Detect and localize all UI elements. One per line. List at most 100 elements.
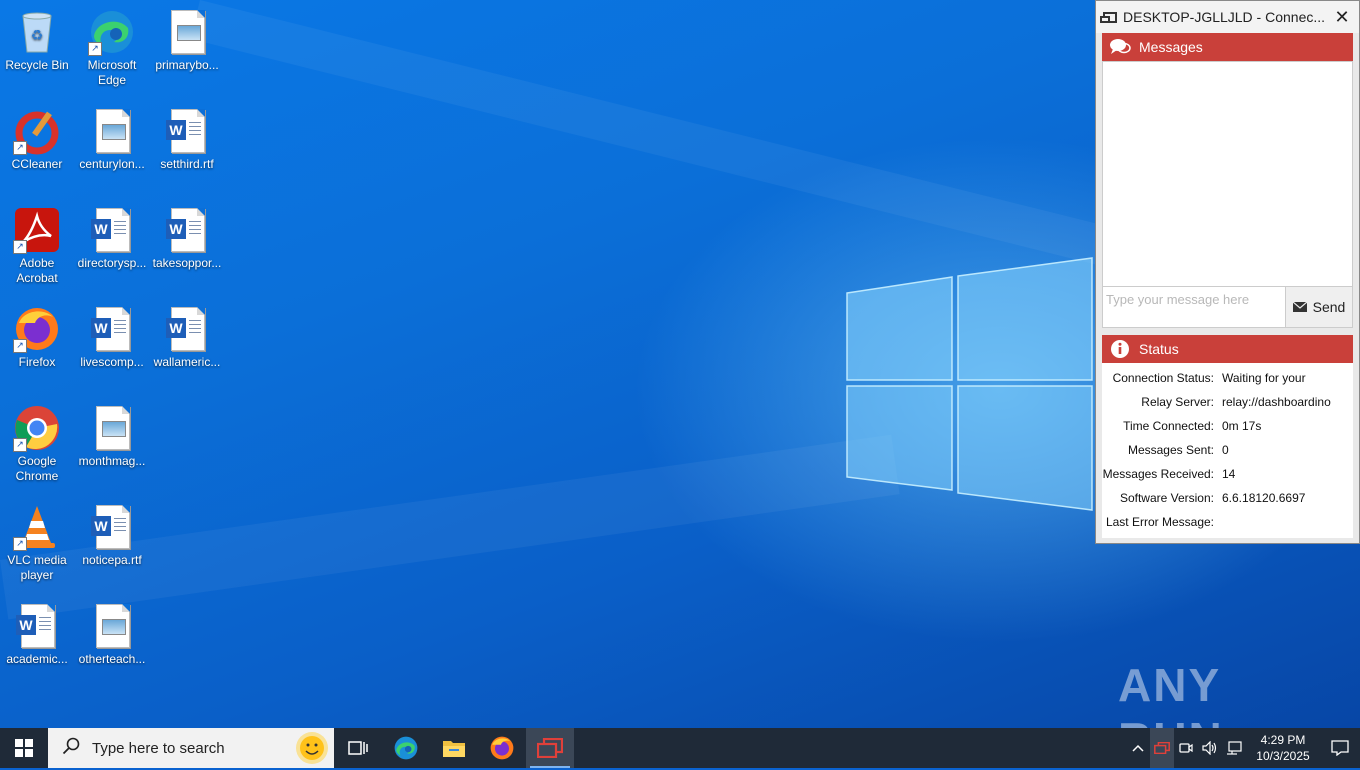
status-key: Relay Server:: [1141, 395, 1214, 409]
shortcut-arrow-icon: ↗: [13, 537, 27, 551]
file-explorer-icon: [443, 741, 465, 757]
status-header-label: Status: [1139, 341, 1179, 357]
status-key: Connection Status:: [1112, 371, 1214, 385]
desktop-icon-label: VLC media player: [7, 553, 67, 582]
desktop-icon-primarybo[interactable]: primarybo...: [150, 4, 224, 73]
send-button[interactable]: Send: [1285, 287, 1352, 327]
camera-icon[interactable]: [1174, 728, 1198, 768]
firefox-icon: ↗: [13, 305, 61, 353]
shortcut-arrow-icon: ↗: [13, 438, 27, 452]
chrome-icon: ↗: [13, 404, 61, 452]
desktop-icon-firefox[interactable]: ↗ Firefox: [0, 301, 74, 370]
vlc-icon: ↗: [13, 503, 61, 551]
status-value: Waiting for your: [1222, 371, 1306, 385]
desktop-icon-label: Adobe Acrobat: [16, 256, 58, 285]
recycle-bin-icon: ♻: [13, 8, 61, 56]
envelope-icon: [1292, 299, 1308, 315]
edge-icon: ↗: [88, 8, 136, 56]
status-value: 6.6.18120.6697: [1222, 491, 1306, 505]
messages-list[interactable]: [1102, 61, 1353, 287]
network-icon[interactable]: [1222, 728, 1246, 768]
tray-overflow-chevron-icon[interactable]: [1126, 728, 1150, 768]
desktop-icon-label: noticepa.rtf: [82, 553, 142, 567]
desktop-icon-noticepa[interactable]: W noticepa.rtf: [75, 499, 149, 568]
taskbar-remote-support[interactable]: [526, 728, 574, 768]
desktop-icon-livescomp[interactable]: W livescomp...: [75, 301, 149, 370]
image-file-icon: [88, 107, 136, 155]
window-restore-icon: [1100, 11, 1117, 23]
desktop-icon-monthmag[interactable]: monthmag...: [75, 400, 149, 469]
desktop-icon-academic[interactable]: W academic...: [0, 598, 74, 667]
window-title: DESKTOP-JGLLJLD - Connec...: [1123, 9, 1325, 25]
send-button-label: Send: [1312, 299, 1346, 315]
desktop-icon-label: Google Chrome: [15, 454, 59, 483]
close-button[interactable]: ✕: [1325, 7, 1359, 28]
status-row: Connection Status: Waiting for your: [1102, 366, 1353, 390]
word-file-icon: W: [163, 305, 211, 353]
status-value: 0m 17s: [1222, 419, 1262, 433]
desktop-icon-label: primarybo...: [155, 58, 219, 72]
desktop-icon-label: takesoppor...: [152, 256, 222, 270]
taskbar-firefox[interactable]: [478, 728, 526, 768]
word-file-icon: W: [163, 206, 211, 254]
desktop-icon-ccleaner[interactable]: ↗ CCleaner: [0, 103, 74, 172]
task-view-button[interactable]: [334, 728, 382, 768]
status-row: Time Connected: 0m 17s: [1102, 414, 1353, 438]
desktop-icon-label: livescomp...: [80, 355, 144, 369]
taskbar: Type here to search 4:29 PM 10/3/2025: [0, 728, 1360, 768]
desktop-icon-label: centurylon...: [79, 157, 145, 171]
shortcut-arrow-icon: ↗: [13, 339, 27, 353]
image-file-icon: [88, 602, 136, 650]
notification-center-button[interactable]: [1320, 740, 1360, 756]
desktop-icon-label: setthird.rtf: [160, 157, 214, 171]
desktop-icon-otherteach[interactable]: otherteach...: [75, 598, 149, 667]
desktop-icon-label: monthmag...: [78, 454, 146, 468]
desktop-icon-google-chrome[interactable]: ↗ Google Chrome: [0, 400, 74, 484]
anyrun-watermark: ANY RUN: [1118, 659, 1222, 728]
shortcut-arrow-icon: ↗: [88, 42, 102, 56]
clock-date: 10/3/2025: [1256, 749, 1310, 763]
status-row: Relay Server: relay://dashboardino: [1102, 390, 1353, 414]
status-key: Time Connected:: [1123, 419, 1214, 433]
message-composer: Send: [1102, 287, 1353, 328]
window-titlebar[interactable]: DESKTOP-JGLLJLD - Connec... ✕: [1096, 1, 1359, 33]
taskbar-clock[interactable]: 4:29 PM 10/3/2025: [1246, 732, 1320, 764]
tray-remote-support-icon[interactable]: [1150, 728, 1174, 768]
search-placeholder: Type here to search: [92, 739, 225, 757]
desktop-icon-label: Recycle Bin: [5, 58, 69, 72]
taskbar-file-explorer[interactable]: [430, 728, 478, 768]
svg-text:♻: ♻: [31, 27, 44, 43]
taskbar-search-box[interactable]: Type here to search: [48, 728, 334, 768]
search-icon: [62, 737, 80, 759]
desktop-icon-label: directorysp...: [77, 256, 147, 270]
status-key: Software Version:: [1119, 491, 1214, 505]
desktop-icon-directorysp[interactable]: W directorysp...: [75, 202, 149, 271]
desktop-icon-label: Firefox: [18, 355, 56, 369]
word-file-icon: W: [88, 503, 136, 551]
message-input[interactable]: [1103, 287, 1285, 311]
system-tray: 4:29 PM 10/3/2025: [1126, 728, 1360, 768]
desktop-icon-takesoppor[interactable]: W takesoppor...: [150, 202, 224, 271]
desktop-icon-label: CCleaner: [11, 157, 63, 171]
desktop-icon-setthird[interactable]: W setthird.rtf: [150, 103, 224, 172]
image-file-icon: [88, 404, 136, 452]
status-key: Messages Received:: [1102, 467, 1214, 481]
desktop-icon-recycle-bin[interactable]: ♻ Recycle Bin: [0, 4, 74, 73]
desktop-icon-adobe-acrobat[interactable]: ↗ Adobe Acrobat: [0, 202, 74, 286]
status-header: Status: [1102, 335, 1353, 363]
messages-header-label: Messages: [1139, 39, 1203, 55]
firefox-icon: [490, 736, 514, 760]
remote-support-icon: [537, 738, 563, 758]
ccleaner-icon: ↗: [13, 107, 61, 155]
desktop-icon-wallameric[interactable]: W wallameric...: [150, 301, 224, 370]
volume-icon[interactable]: [1198, 728, 1222, 768]
desktop-icon-centurylon[interactable]: centurylon...: [75, 103, 149, 172]
desktop-icon-vlc[interactable]: ↗ VLC media player: [0, 499, 74, 583]
acrobat-icon: ↗: [13, 206, 61, 254]
word-file-icon: W: [88, 305, 136, 353]
desktop-icon-label: academic...: [6, 652, 68, 666]
taskbar-edge[interactable]: [382, 728, 430, 768]
start-button[interactable]: [0, 728, 48, 768]
word-file-icon: W: [13, 602, 61, 650]
desktop-icon-microsoft-edge[interactable]: ↗ Microsoft Edge: [75, 4, 149, 88]
